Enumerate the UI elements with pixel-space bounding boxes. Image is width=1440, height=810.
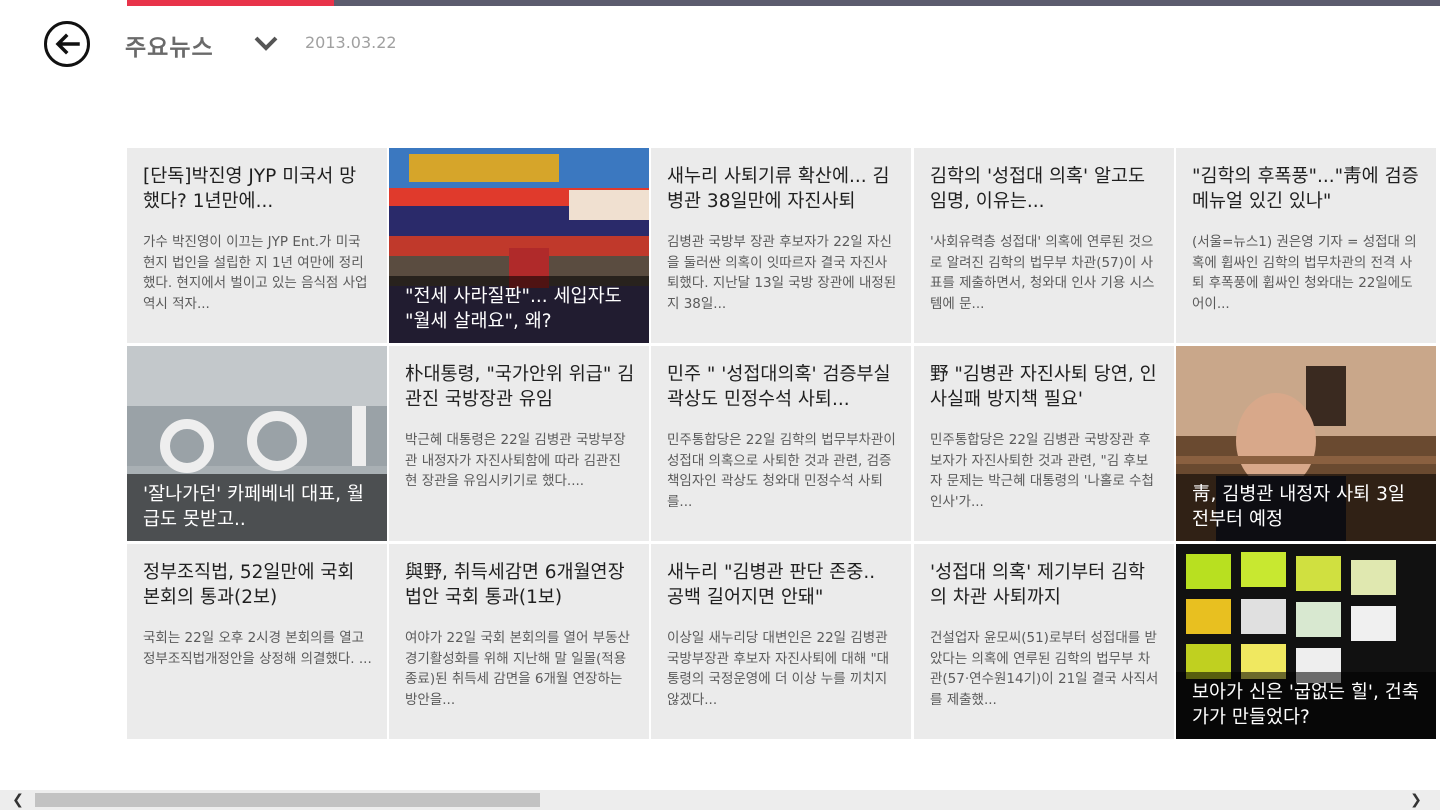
news-grid: [단독]박진영 JYP 미국서 망했다? 1년만에... 가수 박진영이 이끄는… [127, 148, 1440, 740]
news-tile[interactable]: '잘나가던' 카페베네 대표, 월급도 못받고.. [127, 346, 387, 541]
news-tile[interactable]: 새누리 사퇴기류 확산에... 김병관 38일만에 자진사퇴 김병관 국방부 장… [651, 148, 911, 343]
progress-accent [127, 0, 334, 6]
page-title: 주요뉴스 [125, 35, 214, 61]
news-summary: 가수 박진영이 이끄는 JYP Ent.가 미국 현지 법인을 설립한 지 1년… [143, 234, 368, 312]
news-tile[interactable]: "김학의 후폭풍"..."靑에 검증메뉴얼 있긴 있나" (서울=뉴스1) 권은… [1176, 148, 1436, 343]
news-tile[interactable]: 새누리 "김병관 판단 존중.. 공백 길어지면 안돼" 이상일 새누리당 대변… [651, 544, 911, 739]
news-headline: 새누리 "김병관 판단 존중.. 공백 길어지면 안돼" [667, 562, 876, 608]
news-headline: [단독]박진영 JYP 미국서 망했다? 1년만에... [143, 166, 357, 212]
news-tile[interactable]: 보아가 신은 '굽없는 힐', 건축가가 만들었다? [1176, 544, 1436, 739]
back-button[interactable] [44, 21, 90, 67]
news-headline: "김학의 후폭풍"..."靑에 검증메뉴얼 있긴 있나" [1192, 166, 1419, 212]
news-summary: 민주통합당은 22일 김병관 국방장관 후보자가 자진사퇴한 것과 관련, "김… [930, 432, 1154, 510]
news-tile[interactable]: [단독]박진영 JYP 미국서 망했다? 1년만에... 가수 박진영이 이끄는… [127, 148, 387, 343]
news-headline: '성접대 의혹' 제기부터 김학의 차관 사퇴까지 [930, 562, 1146, 608]
news-summary: 민주통합당은 22일 김학의 법무부차관이 성접대 의혹으로 사퇴한 것과 관련… [667, 432, 896, 510]
news-headline: 野 "김병관 자진사퇴 당연, 인사실패 방지책 필요' [930, 364, 1157, 410]
news-tile[interactable]: 與野, 취득세감면 6개월연장 법안 국회 통과(1보) 여야가 22일 국회 … [389, 544, 649, 739]
news-tile[interactable]: '성접대 의혹' 제기부터 김학의 차관 사퇴까지 건설업자 윤모씨(51)로부… [914, 544, 1174, 739]
news-summary: 여야가 22일 국회 본회의를 열어 부동산 경기활성화를 위해 지난해 말 일… [405, 630, 630, 708]
news-summary: (서울=뉴스1) 권은영 기자 = 성접대 의혹에 휩싸인 김학의 법무차관의 … [1192, 234, 1417, 312]
news-tile[interactable]: 野 "김병관 자진사퇴 당연, 인사실패 방지책 필요' 민주통합당은 22일 … [914, 346, 1174, 541]
news-tile[interactable]: 정부조직법, 52일만에 국회 본회의 통과(2보) 국회는 22일 오후 2시… [127, 544, 387, 739]
news-headline: 민주 " '성접대의혹' 검증부실 곽상도 민정수석 사퇴... [667, 364, 891, 410]
news-summary: '사회유력층 성접대' 의혹에 연루된 것으로 알려진 김학의 법무부 차관(5… [930, 234, 1155, 312]
chevron-right-icon[interactable]: ❯ [1406, 790, 1426, 810]
horizontal-scrollbar[interactable]: ❮ ❯ [0, 790, 1440, 810]
chevron-left-icon[interactable]: ❮ [8, 790, 28, 810]
arrow-left-icon [55, 33, 80, 55]
news-headline: 與野, 취득세감면 6개월연장 법안 국회 통과(1보) [405, 562, 625, 608]
news-tile[interactable]: 朴대통령, "국가안위 위급" 김관진 국방장관 유임 박근혜 대통령은 22일… [389, 346, 649, 541]
news-summary: 건설업자 윤모씨(51)로부터 성접대를 받았다는 의혹에 연루된 김학의 법무… [930, 630, 1159, 708]
news-headline: 새누리 사퇴기류 확산에... 김병관 38일만에 자진사퇴 [667, 166, 890, 212]
chevron-down-icon[interactable] [253, 33, 279, 53]
date-label: 2013.03.22 [305, 33, 397, 52]
news-caption: "전세 사라질판"... 세입자도 "월세 살래요", 왜? [389, 276, 649, 343]
news-headline: 朴대통령, "국가안위 위급" 김관진 국방장관 유임 [405, 364, 635, 410]
scrollbar-thumb[interactable] [35, 793, 540, 807]
news-headline: 김학의 '성접대 의혹' 알고도 임명, 이유는... [930, 166, 1146, 212]
news-tile[interactable]: 민주 " '성접대의혹' 검증부실 곽상도 민정수석 사퇴... 민주통합당은 … [651, 346, 911, 541]
news-summary: 김병관 국방부 장관 후보자가 22일 자신을 둘러싼 의혹이 잇따르자 결국 … [667, 234, 897, 312]
news-headline: 정부조직법, 52일만에 국회 본회의 통과(2보) [143, 562, 355, 608]
news-tile[interactable]: 靑, 김병관 내정자 사퇴 3일 전부터 예정 [1176, 346, 1436, 541]
news-summary: 이상일 새누리당 대변인은 22일 김병관 국방부장관 후보자 자진사퇴에 대해… [667, 630, 890, 708]
news-tile[interactable]: "전세 사라질판"... 세입자도 "월세 살래요", 왜? [389, 148, 649, 343]
progress-bar [127, 0, 1440, 6]
news-caption: 靑, 김병관 내정자 사퇴 3일 전부터 예정 [1176, 474, 1436, 541]
news-summary: 박근혜 대통령은 22일 김병관 국방부장관 내정자가 자진사퇴함에 따라 김관… [405, 432, 626, 489]
news-caption: 보아가 신은 '굽없는 힐', 건축가가 만들었다? [1176, 672, 1436, 739]
news-summary: 국회는 22일 오후 2시경 본회의를 열고 정부조직법개정안을 상정해 의결했… [143, 630, 372, 667]
news-tile[interactable]: 김학의 '성접대 의혹' 알고도 임명, 이유는... '사회유력층 성접대' … [914, 148, 1174, 343]
news-caption: '잘나가던' 카페베네 대표, 월급도 못받고.. [127, 474, 387, 541]
